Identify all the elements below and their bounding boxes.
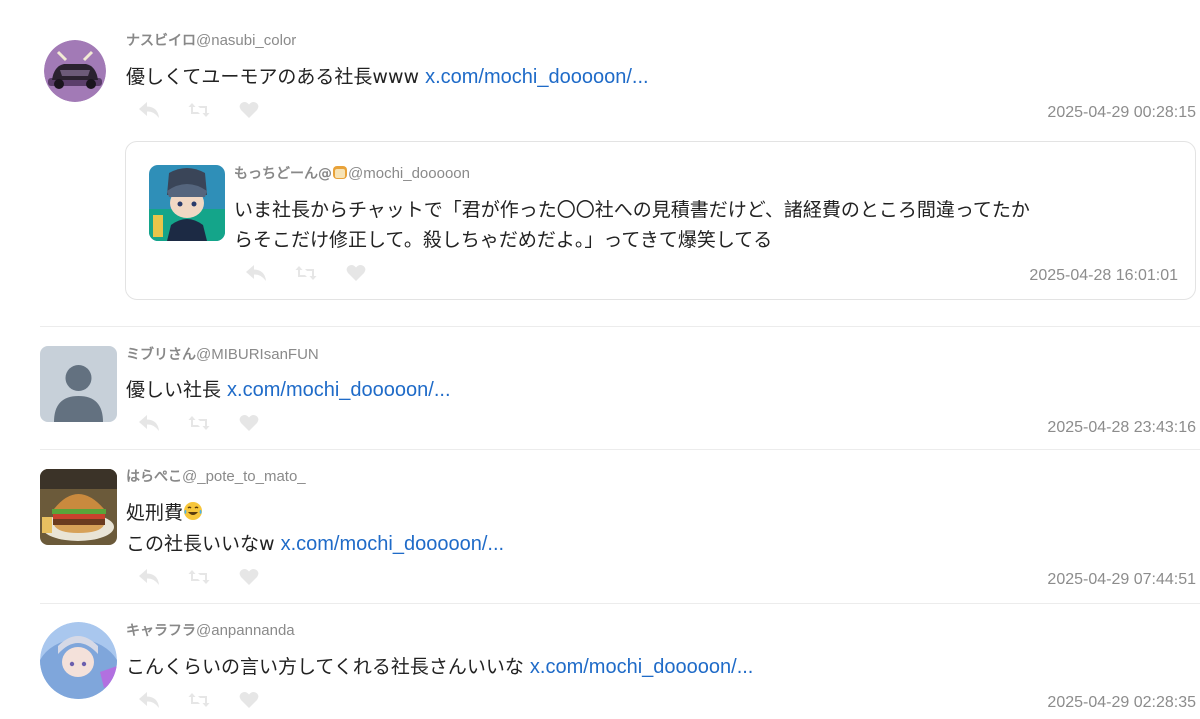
post-divider <box>40 449 1200 450</box>
like-icon <box>239 102 259 118</box>
reply-icon <box>139 569 159 585</box>
post-author: キャラフラ@anpannanda <box>126 620 295 640</box>
handle[interactable]: @nasubi_color <box>196 32 296 49</box>
action-bar <box>137 688 261 712</box>
retweet-icon <box>188 416 210 430</box>
post-divider <box>40 603 1200 604</box>
post-link[interactable]: x.com/mochi_dooooon/... <box>281 533 504 555</box>
reply-button[interactable] <box>244 261 268 285</box>
quote-text-line-2: らそこだけ修正して。殺しちゃだめだよ。」ってきて爆笑してる <box>234 229 773 251</box>
reply-icon <box>139 102 159 118</box>
retweet-button[interactable] <box>187 688 211 712</box>
reply-button[interactable] <box>137 688 161 712</box>
post-text: 優しい社長 x.com/mochi_dooooon/... <box>126 377 451 403</box>
reply-icon <box>246 265 266 281</box>
like-button[interactable] <box>237 411 261 435</box>
like-icon <box>239 415 259 431</box>
avatar[interactable] <box>44 40 106 102</box>
post-body: こんくらいの言い方してくれる社長さんいいな <box>126 656 530 678</box>
like-icon <box>239 569 259 585</box>
avatar[interactable] <box>40 469 117 545</box>
action-bar <box>137 565 261 589</box>
retweet-icon <box>188 693 210 707</box>
retweet-button[interactable] <box>187 98 211 122</box>
display-name[interactable]: キャラフラ <box>126 623 196 639</box>
quote-avatar[interactable] <box>149 165 225 241</box>
quote-action-bar <box>244 261 368 285</box>
timestamp[interactable]: 2025-04-29 00:28:15 <box>1047 104 1196 122</box>
timestamp[interactable]: 2025-04-28 23:43:16 <box>1047 419 1196 437</box>
retweet-icon <box>295 266 317 280</box>
tears-of-joy-emoji-icon <box>184 502 203 520</box>
default-person-avatar-icon <box>40 346 117 422</box>
timestamp[interactable]: 2025-04-29 02:28:35 <box>1047 694 1196 712</box>
anime-character-avatar-icon <box>149 165 225 241</box>
action-bar <box>137 411 261 435</box>
post-body: 優しくてユーモアのある社長www <box>126 66 426 88</box>
like-button[interactable] <box>237 98 261 122</box>
display-name[interactable]: ナスビイロ <box>126 33 196 49</box>
quote-author: もっちどーん@ @mochi_dooooon <box>234 163 470 183</box>
post-link[interactable]: x.com/mochi_dooooon/... <box>227 379 450 401</box>
post-body: この社長いいなw <box>126 533 281 555</box>
handle[interactable]: @_pote_to_mato_ <box>182 468 306 485</box>
reply-button[interactable] <box>137 411 161 435</box>
quote-display-name[interactable]: もっちどーん@ <box>234 166 332 182</box>
anime-girl-avatar-icon <box>40 622 117 699</box>
purple-car-avatar-icon <box>44 40 106 102</box>
avatar[interactable] <box>40 346 117 422</box>
reply-button[interactable] <box>137 98 161 122</box>
post-text-line-1: 処刑費 <box>126 500 203 526</box>
retweet-button[interactable] <box>294 261 318 285</box>
handle[interactable]: @MIBURIsanFUN <box>196 346 319 363</box>
like-button[interactable] <box>237 565 261 589</box>
reply-icon <box>139 692 159 708</box>
post-body: 処刑費 <box>126 502 184 524</box>
display-name[interactable]: はらぺこ <box>126 469 182 485</box>
post-link[interactable]: x.com/mochi_dooooon/... <box>425 66 648 88</box>
reply-button[interactable] <box>137 565 161 589</box>
retweet-icon <box>188 103 210 117</box>
post-text: 優しくてユーモアのある社長www x.com/mochi_dooooon/... <box>126 64 649 90</box>
like-icon <box>346 265 366 281</box>
burger-avatar-icon <box>40 469 117 545</box>
bread-icon <box>333 166 347 179</box>
post-link[interactable]: x.com/mochi_dooooon/... <box>530 656 753 678</box>
reply-icon <box>139 415 159 431</box>
post-body: 優しい社長 <box>126 379 228 401</box>
retweet-button[interactable] <box>187 411 211 435</box>
like-button[interactable] <box>344 261 368 285</box>
post-author: ナスビイロ@nasubi_color <box>126 30 296 50</box>
post-divider <box>40 326 1200 327</box>
display-name[interactable]: ミブリさん <box>126 347 196 363</box>
quote-text-line-1: いま社長からチャットで「君が作った〇〇社への見積書だけど、諸経費のところ間違って… <box>234 199 1030 221</box>
retweet-icon <box>188 570 210 584</box>
post-text-line-2: この社長いいなw x.com/mochi_dooooon/... <box>126 531 504 557</box>
handle[interactable]: @anpannanda <box>196 622 295 639</box>
timestamp[interactable]: 2025-04-29 07:44:51 <box>1047 571 1196 589</box>
avatar[interactable] <box>40 622 117 699</box>
retweet-button[interactable] <box>187 565 211 589</box>
post-author: ミブリさん@MIBURIsanFUN <box>126 344 319 364</box>
post-text: こんくらいの言い方してくれる社長さんいいな x.com/mochi_dooooo… <box>126 654 753 680</box>
action-bar <box>137 98 261 122</box>
post-author: はらぺこ@_pote_to_mato_ <box>126 466 306 486</box>
like-button[interactable] <box>237 688 261 712</box>
like-icon <box>239 692 259 708</box>
quote-timestamp[interactable]: 2025-04-28 16:01:01 <box>1029 267 1178 285</box>
quote-handle[interactable]: @mochi_dooooon <box>348 165 470 182</box>
